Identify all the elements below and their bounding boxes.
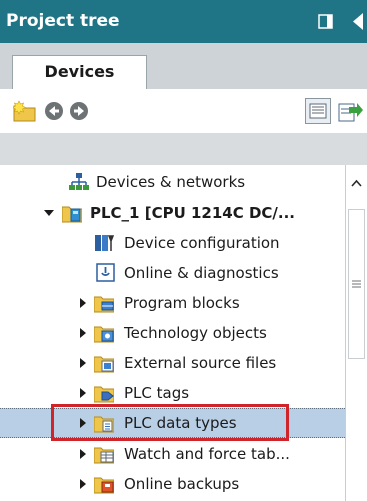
project-tree: Devices & networks PLC_1 [CPU 1214C DC/.…: [0, 165, 345, 501]
chevron-down-icon[interactable]: [44, 208, 54, 218]
collapse-panel-icon[interactable]: [351, 12, 365, 31]
export-icon[interactable]: [337, 99, 363, 123]
highlight-annotation: [51, 404, 289, 441]
backup-folder-icon: [94, 477, 114, 494]
chevron-right-icon[interactable]: [78, 328, 88, 338]
tree-item-label: Online & diagnostics: [124, 264, 279, 282]
tree-item-label: Device configuration: [124, 234, 280, 252]
chevron-right-icon[interactable]: [78, 388, 88, 398]
chevron-right-icon[interactable]: [78, 358, 88, 368]
watch-folder-icon: [94, 447, 114, 464]
scroll-up-icon[interactable]: [346, 173, 367, 193]
tab-strip: Devices: [0, 43, 367, 89]
program-blocks-folder-icon: [94, 296, 114, 313]
new-folder-icon[interactable]: [13, 100, 37, 122]
tree-item-program-blocks[interactable]: Program blocks: [0, 288, 345, 318]
source-files-folder-icon: [94, 356, 114, 373]
panel-title: Project tree: [6, 11, 120, 31]
chevron-right-icon[interactable]: [78, 479, 88, 489]
network-icon: [69, 173, 89, 190]
diagnostics-icon: [96, 263, 115, 282]
tree-item-devices-networks[interactable]: Devices & networks: [0, 167, 345, 197]
tree-item-technology-objects[interactable]: Technology objects: [0, 318, 345, 348]
tree-item-label: Watch and force tab...: [124, 445, 290, 463]
toolbar: [0, 89, 367, 134]
forward-icon[interactable]: [69, 101, 89, 121]
chevron-right-icon[interactable]: [78, 449, 88, 459]
tree-item-external-source-files[interactable]: External source files: [0, 348, 345, 378]
chevron-right-icon[interactable]: [78, 298, 88, 308]
details-view-icon[interactable]: [305, 98, 331, 124]
tree-item-label: Devices & networks: [96, 173, 246, 191]
device-config-icon: [95, 235, 114, 251]
tree-item-label: Technology objects: [124, 324, 267, 342]
tree-item-watch-force-tables[interactable]: Watch and force tab...: [0, 439, 345, 469]
tree-item-label: PLC_1 [CPU 1214C DC/...: [90, 204, 295, 222]
technology-folder-icon: [94, 326, 114, 343]
tree-item-device-configuration[interactable]: Device configuration: [0, 228, 345, 258]
project-tree-title-bar: Project tree: [0, 0, 367, 43]
back-icon[interactable]: [44, 101, 64, 121]
header-separator: [0, 133, 367, 165]
tree-item-label: Online backups: [124, 475, 240, 493]
tree-scrollbar[interactable]: [345, 165, 367, 501]
pin-icon[interactable]: [318, 14, 333, 29]
grip-icon: [352, 280, 361, 288]
tree-item-label: Program blocks: [124, 294, 240, 312]
tree-item-label: External source files: [124, 354, 277, 372]
tree-item-online-diagnostics[interactable]: Online & diagnostics: [0, 258, 345, 288]
tree-item-plc1[interactable]: PLC_1 [CPU 1214C DC/...: [0, 198, 345, 228]
plc-icon: [62, 206, 82, 223]
scrollbar-thumb[interactable]: [348, 209, 365, 359]
tab-devices[interactable]: Devices: [12, 55, 147, 89]
tags-folder-icon: [94, 386, 114, 403]
tree-item-online-backups[interactable]: Online backups: [0, 469, 345, 499]
